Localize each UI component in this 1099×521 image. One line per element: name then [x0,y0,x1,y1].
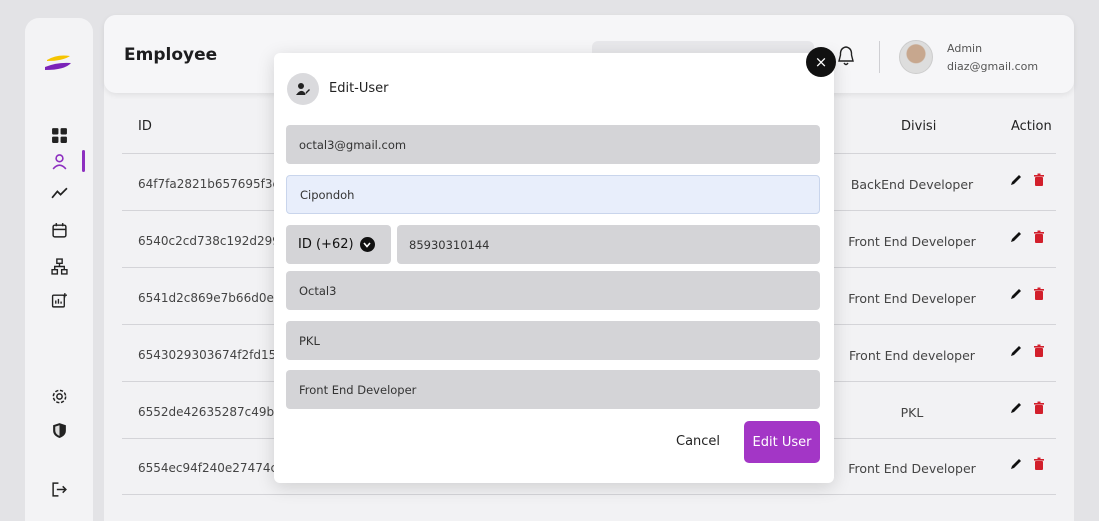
page-title: Employee [124,45,218,65]
edit-icon[interactable] [1009,344,1023,358]
row-divider [122,494,1056,495]
cell-divisi: Front End developer [849,348,975,363]
phone-field[interactable]: 85930310144 [397,225,820,264]
cell-id: 6540c2cd738c192d299 [138,234,280,248]
header-divider [879,41,880,73]
cell-id: 6552de42635287c49b [138,405,275,419]
bell-icon[interactable] [836,45,856,67]
trash-icon[interactable] [1032,287,1046,301]
chevron-down-icon [359,237,375,252]
address-field[interactable]: Cipondoh [286,175,820,214]
shield-icon[interactable] [49,420,69,440]
admin-email: diaz@gmail.com [947,60,1039,73]
edit-icon[interactable] [1009,457,1023,471]
edit-icon[interactable] [1009,401,1023,415]
column-header-divisi: Divisi [901,119,937,134]
user-edit-icon [287,73,319,105]
edit-user-button[interactable]: Edit User [744,421,820,463]
trash-icon[interactable] [1032,230,1046,244]
trash-icon[interactable] [1032,173,1046,187]
cell-id: 6554ec94f240e27474c [138,461,278,475]
cell-id: 6543029303674f2fd15l [138,348,280,362]
close-icon[interactable]: × [806,47,836,77]
modal-title: Edit-User [329,81,389,96]
name-field[interactable]: Octal3 [286,271,820,310]
division-field[interactable]: Front End Developer [286,370,820,409]
user-icon[interactable] [49,151,69,171]
cell-divisi: Front End Developer [848,291,976,306]
sidebar [25,18,93,521]
cancel-button[interactable]: Cancel [676,434,720,449]
org-chart-icon[interactable] [49,256,69,276]
role-field[interactable]: PKL [286,321,820,360]
cell-id: 64f7fa2821b657695f3c [138,177,280,191]
cell-divisi: Front End Developer [848,234,976,249]
column-header-id: ID [138,119,152,134]
dashboard-icon[interactable] [49,125,69,145]
trash-icon[interactable] [1032,457,1046,471]
cell-divisi: PKL [900,405,924,420]
column-header-action: Action [1011,119,1052,134]
cell-id: 6541d2c869e7b66d0e [138,291,274,305]
logo-icon [45,55,71,70]
email-field[interactable]: octal3@gmail.com [286,125,820,164]
trash-icon[interactable] [1032,401,1046,415]
edit-icon[interactable] [1009,287,1023,301]
calendar-icon[interactable] [49,220,69,240]
active-indicator [82,150,85,172]
cell-divisi: BackEnd Developer [850,177,974,192]
trash-icon[interactable] [1032,344,1046,358]
admin-name: Admin [947,42,983,55]
avatar[interactable] [899,40,933,74]
edit-icon[interactable] [1009,173,1023,187]
report-add-icon[interactable] [49,290,69,310]
edit-icon[interactable] [1009,230,1023,244]
edit-user-modal: Edit-User octal3@gmail.com Cipondoh ID (… [274,53,834,483]
chart-line-icon[interactable] [49,182,69,202]
country-code-label: ID (+62) [298,237,354,252]
logout-icon[interactable] [49,479,69,499]
settings-icon[interactable] [49,386,69,406]
cell-divisi: Front End Developer [848,461,976,476]
country-code-select[interactable]: ID (+62) [286,225,391,264]
